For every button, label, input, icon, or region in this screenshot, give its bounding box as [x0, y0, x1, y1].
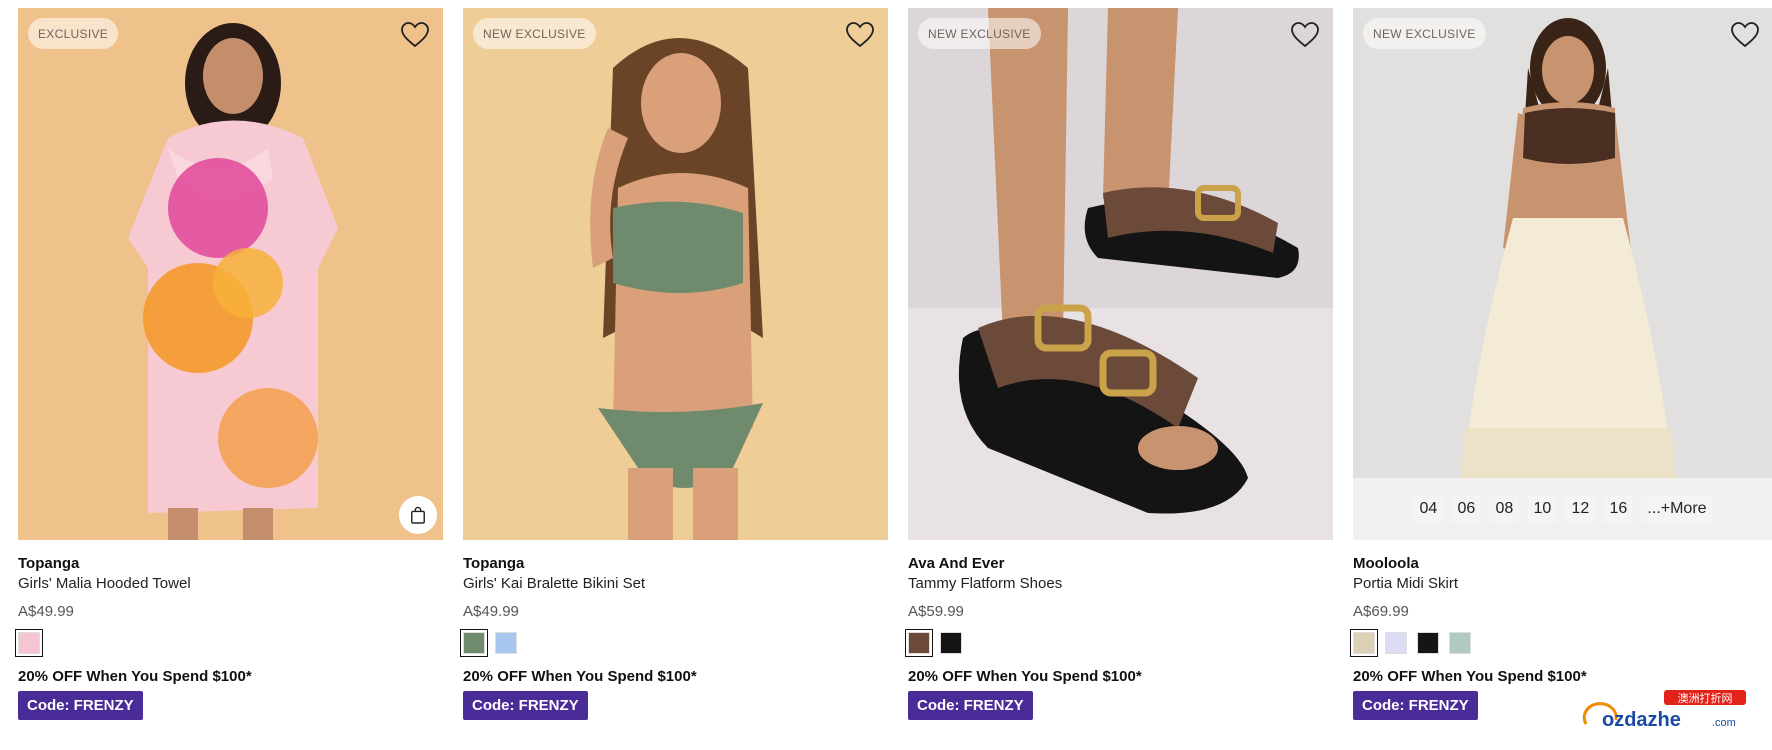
product-grid: EXCLUSIVE Topanga Girls' Malia Hooded To… — [15, 8, 1772, 720]
size-selector: 04 06 08 10 12 16 ...+More — [1353, 478, 1772, 540]
color-swatch[interactable] — [1417, 632, 1439, 654]
product-name[interactable]: Girls' Malia Hooded Towel — [18, 575, 443, 592]
product-photo — [1353, 8, 1772, 540]
product-price: A$49.99 — [463, 603, 519, 620]
color-swatches — [1350, 629, 1772, 657]
product-photo — [463, 8, 888, 540]
heart-icon[interactable] — [1291, 22, 1319, 48]
product-brand[interactable]: Topanga — [18, 555, 443, 572]
color-swatch[interactable] — [15, 629, 43, 657]
size-option[interactable]: 06 — [1451, 495, 1482, 523]
more-sizes-button[interactable]: ...+More — [1641, 495, 1713, 523]
product-badge: NEW EXCLUSIVE — [473, 18, 596, 49]
size-option[interactable]: 16 — [1603, 495, 1634, 523]
color-swatches — [15, 629, 443, 657]
color-swatches — [905, 629, 1333, 657]
promo-text: 20% OFF When You Spend $100* — [18, 668, 252, 685]
product-image[interactable]: NEW EXCLUSIVE — [463, 8, 888, 540]
heart-icon[interactable] — [401, 22, 429, 48]
promo-code-badge: Code: FRENZY — [908, 691, 1033, 720]
size-option[interactable]: 04 — [1413, 495, 1444, 523]
product-brand[interactable]: Ava And Ever — [908, 555, 1333, 572]
watermark-suffix: .com — [1712, 717, 1736, 729]
product-badge: NEW EXCLUSIVE — [1363, 18, 1486, 49]
color-swatches — [460, 629, 888, 657]
watermark-cn: 澳洲打折网 — [1678, 691, 1733, 705]
heart-icon[interactable] — [1731, 22, 1759, 48]
product-card[interactable]: NEW EXCLUSIVE Topanga Girls' Kai Bralett… — [460, 8, 888, 720]
watermark-logo: ozdazhe — [1602, 709, 1681, 731]
promo-code-badge: Code: FRENZY — [463, 691, 588, 720]
product-card[interactable]: NEW EXCLUSIVE 04 06 08 10 12 16 ...+More… — [1350, 8, 1772, 720]
product-image[interactable]: NEW EXCLUSIVE — [908, 8, 1333, 540]
product-price: A$69.99 — [1353, 603, 1409, 620]
size-option[interactable]: 12 — [1565, 495, 1596, 523]
site-watermark: 澳洲打折网 ozdazhe .com — [1582, 690, 1750, 736]
promo-code-badge: Code: FRENZY — [1353, 691, 1478, 720]
color-swatch[interactable] — [460, 629, 488, 657]
color-swatch[interactable] — [1385, 632, 1407, 654]
product-brand[interactable]: Topanga — [463, 555, 888, 572]
product-photo — [908, 8, 1333, 540]
size-option[interactable]: 10 — [1527, 495, 1558, 523]
shopping-bag-icon — [411, 506, 425, 524]
product-image[interactable]: NEW EXCLUSIVE 04 06 08 10 12 16 ...+More — [1353, 8, 1772, 540]
promo-text: 20% OFF When You Spend $100* — [1353, 668, 1587, 685]
color-swatch[interactable] — [1449, 632, 1471, 654]
quick-add-button[interactable] — [399, 496, 437, 534]
product-badge: NEW EXCLUSIVE — [918, 18, 1041, 49]
product-badge: EXCLUSIVE — [28, 18, 119, 49]
promo-code-badge: Code: FRENZY — [18, 691, 143, 720]
size-option[interactable]: 08 — [1489, 495, 1520, 523]
color-swatch[interactable] — [1350, 629, 1378, 657]
product-card[interactable]: EXCLUSIVE Topanga Girls' Malia Hooded To… — [15, 8, 443, 720]
color-swatch[interactable] — [905, 629, 933, 657]
product-image[interactable]: EXCLUSIVE — [18, 8, 443, 540]
promo-text: 20% OFF When You Spend $100* — [463, 668, 697, 685]
product-photo — [18, 8, 443, 540]
product-name[interactable]: Girls' Kai Bralette Bikini Set — [463, 575, 888, 592]
product-price: A$59.99 — [908, 603, 964, 620]
promo-text: 20% OFF When You Spend $100* — [908, 668, 1142, 685]
product-name[interactable]: Tammy Flatform Shoes — [908, 575, 1333, 592]
product-name[interactable]: Portia Midi Skirt — [1353, 575, 1772, 592]
color-swatch[interactable] — [495, 632, 517, 654]
product-price: A$49.99 — [18, 603, 74, 620]
product-brand[interactable]: Mooloola — [1353, 555, 1772, 572]
heart-icon[interactable] — [846, 22, 874, 48]
color-swatch[interactable] — [940, 632, 962, 654]
product-card[interactable]: NEW EXCLUSIVE Ava And Ever Tammy Flatfor… — [905, 8, 1333, 720]
